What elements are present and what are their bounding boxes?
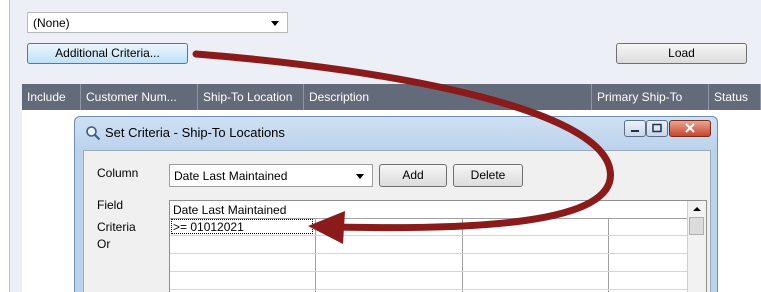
grid-row [170, 272, 688, 290]
delete-button[interactable]: Delete [453, 164, 523, 187]
column-header-primary-ship-to[interactable]: Primary Ship-To [592, 84, 709, 110]
magnifier-icon [86, 126, 101, 141]
results-grid-header: Include Customer Num... Ship-To Location… [22, 84, 761, 110]
add-button[interactable]: Add [379, 164, 447, 187]
minimize-icon [631, 130, 639, 132]
column-header-customer-number[interactable]: Customer Num... [81, 84, 198, 110]
load-button[interactable]: Load [616, 43, 747, 64]
criteria-grid-header-row: Date Last Maintained [170, 201, 688, 219]
grid-row [170, 254, 688, 272]
close-icon [685, 123, 695, 133]
or-row-label: Or [97, 237, 111, 251]
scroll-up-icon[interactable] [688, 201, 706, 217]
field-cell-1[interactable]: Date Last Maintained [173, 203, 286, 217]
or-row [170, 236, 688, 254]
column-dropdown-value: Date Last Maintained [174, 169, 288, 183]
scrollbar-thumb[interactable] [689, 217, 704, 235]
chevron-down-icon [271, 21, 279, 26]
dialog-body: Column Date Last Maintained Add Delete F… [83, 150, 711, 292]
column-dropdown[interactable]: Date Last Maintained [169, 164, 373, 187]
app-window: (None) Additional Criteria... Load Inclu… [0, 0, 761, 292]
criteria-row-label: Criteria [97, 220, 136, 234]
field-row-label: Field [97, 198, 124, 212]
close-button[interactable] [669, 120, 711, 137]
column-header-include[interactable]: Include [22, 84, 81, 110]
criteria-row: >= 01012021 [170, 219, 688, 236]
column-header-status[interactable]: Status [709, 84, 761, 110]
criteria-grid: Date Last Maintained >= 01012021 [169, 200, 707, 292]
filter-dropdown-value: (None) [33, 16, 70, 30]
maximize-icon [652, 123, 662, 133]
maximize-button[interactable] [646, 120, 668, 137]
column-header-ship-to-location[interactable]: Ship-To Location [198, 84, 304, 110]
criteria-cell-1[interactable]: >= 01012021 [171, 219, 313, 234]
dropdown-arrow-icon [356, 174, 364, 179]
criteria-grid-scrollbar[interactable] [687, 201, 706, 292]
column-label: Column [97, 166, 139, 180]
minimize-button[interactable] [624, 120, 646, 137]
column-header-description[interactable]: Description [304, 84, 592, 110]
filter-dropdown[interactable]: (None) [27, 12, 288, 33]
additional-criteria-button[interactable]: Additional Criteria... [27, 43, 188, 64]
dialog-title: Set Criteria - Ship-To Locations [105, 125, 285, 140]
set-criteria-dialog: Set Criteria - Ship-To Locations Column … [74, 116, 718, 292]
